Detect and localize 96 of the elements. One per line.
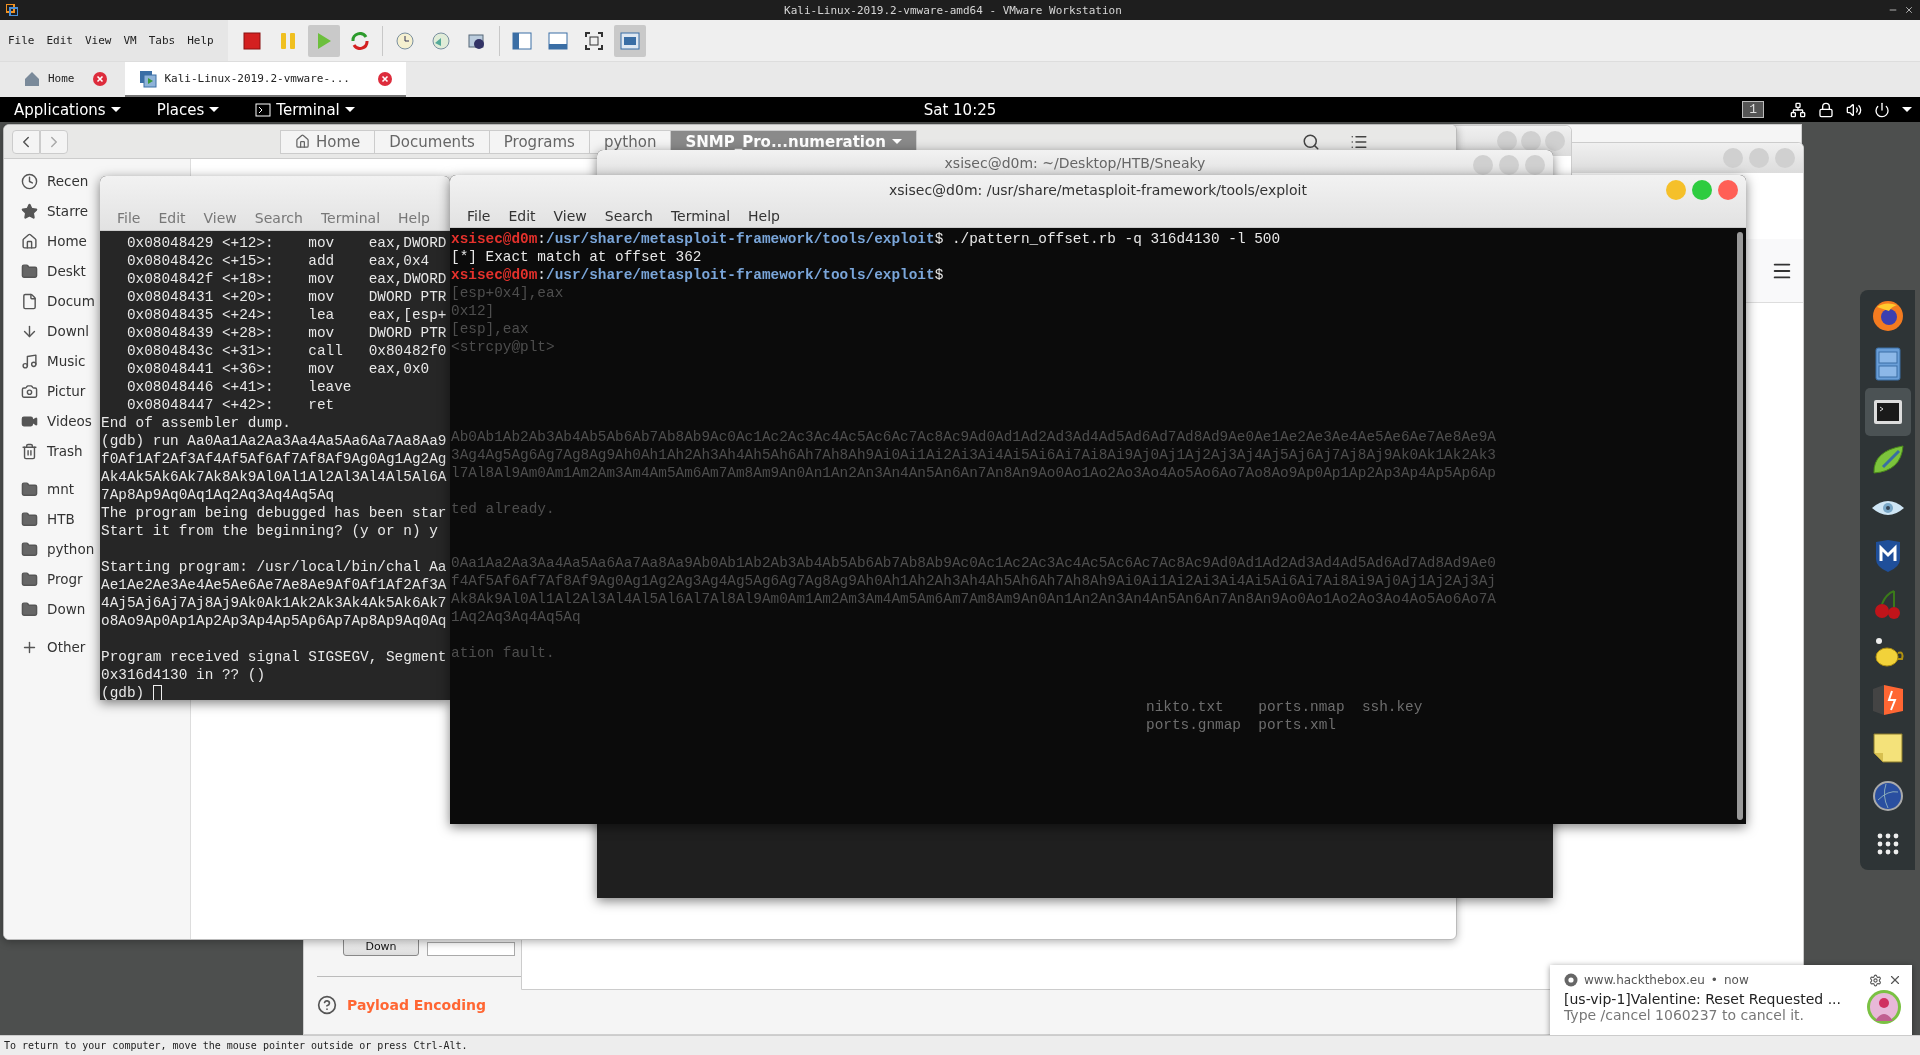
terminal-line: 3Ag4Ag5Ag6Ag7Ag8Ag9Ah0Ah1Ah2Ah3Ah4Ah5Ah6Ah7Ah8Ah9Ai0Ai1Ai2Ai3Ai4Ai5Ai6Ai7Ai8Ai9Aj0Aj1Aj2Aj3Aj4Aj5Aj6Aj7Aj8Aj9Ak0Ak1Ak2Ak3 — [451, 447, 1496, 463]
menu-item[interactable]: File — [458, 207, 500, 224]
sidebar-item[interactable]: Other — [4, 632, 86, 662]
menu-item[interactable]: Terminal — [661, 207, 740, 224]
tab[interactable]: Home — [10, 62, 121, 97]
terminal-line: 4Aj5Aj6Aj7Aj8Aj9Ak0Ak1Ak2Ak3Ak4Ak5Ak6Ak7 — [101, 595, 447, 611]
terminal-line: 0x08048429 <+12>: mov eax,DWORD — [125, 235, 447, 251]
sidebar-item[interactable]: Deskt — [4, 256, 86, 286]
terminal-prompt-line: xsisec@d0m:/usr/share/metasploit-framework/tools/exploit$ — [451, 267, 944, 283]
menu-item[interactable]: Edit — [40, 34, 79, 47]
terminal-line: [*] Exact match at offset 362 — [451, 249, 702, 265]
terminal-line: Start it from the beginning? (y or n) y — [101, 523, 438, 539]
status-bar-text: To return to your computer, move the mouse pointer outside or press Ctrl-Alt. — [0, 1035, 1920, 1055]
menu-item[interactable]: View — [194, 210, 246, 226]
menu-item[interactable]: View — [79, 34, 118, 47]
terminal-line: 0x08048435 <+24>: lea eax,[esp+ — [125, 307, 447, 323]
sidebar-item[interactable]: mnt — [4, 474, 74, 504]
terminal-line: 0x08048431 <+20>: mov DWORD PTR — [125, 289, 447, 305]
terminal-line: 0x0804843c <+31>: call 0x80482f0 — [125, 343, 447, 359]
section-title: Payload Encoding — [347, 997, 487, 1013]
terminal-line: 0x0804842c <+15>: add eax,0x4 — [125, 253, 430, 269]
terminal-line: ted already. — [451, 501, 555, 517]
terminal-line: Program received signal SIGSEGV, Segment — [101, 649, 447, 665]
sidebar-item[interactable]: Docum — [4, 286, 95, 316]
terminal-line: 0x08048446 <+41>: leave — [125, 379, 352, 395]
terminal-line: [esp],eax — [451, 321, 529, 337]
terminal-line: 0Aa1Aa2Aa3Aa4Aa5Aa6Aa7Aa8Aa9Ab0Ab1Ab2Ab3Ab4Ab5Ab6Ab7Ab8Ab9Ac0Ac1Ac2Ac3Ac4Ac5Ac6Ac7Ac8Ac9Ad0Ad1Ad2Ad3Ad4Ad5Ad6Ad7Ad8Ad9Ae0 — [451, 555, 1496, 571]
terminal-line: 0x08048439 <+28>: mov DWORD PTR — [125, 325, 447, 341]
terminal-line: ation fault. — [451, 645, 555, 661]
terminal-line: 0x316d4130 in ?? () — [101, 667, 266, 683]
window-title: xsisec@d0m: ~/Desktop/HTB/Sneaky — [944, 155, 1206, 171]
terminal-line: f4Af5Af6Af7Af8Af9Ag0Ag1Ag2Ag3Ag4Ag5Ag6Ag7Ag8Ag9Ah0Ah1Ah2Ah3Ah4Ah5Ah6Ah7Ah8Ah9Ai0Ai1Ai2Ai3Ai4Ai5Ai6Ai7Ai8Ai9Aj0Aj1Aj2Aj3Aj — [451, 573, 1496, 589]
clock[interactable]: Sat 10:25 — [923, 101, 997, 119]
terminal-line: (gdb) — [101, 685, 145, 700]
menu-item[interactable]: View — [544, 207, 596, 224]
sidebar-item[interactable]: Down — [4, 594, 86, 624]
terminal-line: ports.gnmap ports.xml — [1146, 717, 1336, 733]
sidebar-item[interactable]: Home — [4, 226, 87, 256]
sidebar-item[interactable]: Music — [4, 346, 86, 376]
terminal-line: o8Ao9Ap0Ap1Ap2Ap3Ap4Ap5Ap6Ap7Ap8Ap9Aq0Aq — [101, 613, 447, 629]
terminal-line: Starting program: /usr/local/bin/chal Aa — [101, 559, 447, 575]
terminal-line: Ak8Ak9Al0Al1Al2Al3Al4Al5Al6Al7Al8Al9Am0Am1Am2Am3Am4Am5Am6Am7Am8Am9An0An1An2An3An4An5An6An7An8An9Ao0Ao1Ao2Ao3Ao4Ao5Ao6Ao7A — [451, 591, 1496, 607]
separator-dot: • — [1710, 973, 1718, 987]
path-button[interactable]: Documents — [374, 129, 490, 154]
terminal-line: The program being debugged has been star — [101, 505, 447, 521]
top-menu[interactable]: Places — [156, 100, 220, 119]
notification-title: [us-vip-1]Valentine: Reset Requested ... — [1564, 991, 1841, 1007]
menu-item[interactable]: File — [2, 34, 41, 47]
window-title: xsisec@d0m: /usr/share/metasploit-framework/tools/exploit — [889, 181, 1307, 198]
notification-body: Type /cancel 1060237 to cancel it. — [1564, 1007, 1806, 1023]
terminal-line: (gdb) run Aa0Aa1Aa2Aa3Aa4Aa5Aa6Aa7Aa8Aa9 — [101, 433, 447, 449]
terminal-line: End of assembler dump. — [101, 415, 291, 431]
sidebar-item[interactable]: Videos — [4, 406, 92, 436]
terminal-line: Ab0Ab1Ab2Ab3Ab4Ab5Ab6Ab7Ab8Ab9Ac0Ac1Ac2Ac3Ac4Ac5Ac6Ac7Ac8Ac9Ad0Ad1Ad2Ad3Ad4Ad5Ad6Ad7Ad8Ad9Ae0Ae1Ae2Ae3Ae4Ae5Ae6Ae7Ae8Ae9A — [451, 429, 1496, 445]
sidebar-item[interactable]: Downl — [4, 316, 89, 346]
sidebar-item[interactable]: Starre — [4, 196, 88, 226]
terminal-line: [esp+0x4],eax — [451, 285, 564, 301]
menu-item[interactable]: Help — [181, 34, 220, 47]
notification-source: www.hackthebox.eu — [1584, 973, 1705, 987]
tab[interactable]: Kali-Linux-2019.2-vmware-... — [124, 62, 406, 97]
workspace-indicator[interactable]: 1 — [1742, 101, 1764, 118]
sidebar-item[interactable]: Pictur — [4, 376, 86, 406]
top-menu[interactable]: Applications — [14, 100, 121, 119]
menu-item[interactable]: VM — [117, 34, 143, 47]
terminal-line: 1Aq2Aq3Aq4Aq5Aq — [451, 609, 581, 625]
top-menu[interactable]: Terminal — [255, 100, 355, 119]
notification-time: now — [1723, 973, 1749, 987]
terminal-line: 0x08048441 <+36>: mov eax,0x0 — [125, 361, 430, 377]
menu-item[interactable]: Search — [245, 210, 312, 226]
menu-item[interactable]: Search — [595, 207, 662, 224]
menu-item[interactable]: Edit — [499, 207, 545, 224]
terminal-line: Ae1Ae2Ae3Ae4Ae5Ae6Ae7Ae8Ae9Af0Af1Af2Af3A — [101, 577, 447, 593]
sidebar-item[interactable]: Progr — [4, 564, 83, 594]
terminal-prompt-line: xsisec@d0m:/usr/share/metasploit-framework/tools/exploit$ ./pattern_offset.rb -q 316d4130 -l 500 — [451, 231, 1281, 247]
sidebar-item[interactable]: Recen — [4, 166, 89, 196]
terminal-line: l7Al8Al9Am0Am1Am2Am3Am4Am5Am6Am7Am8Am9An0An1An2An3An4An5An6An7An8An9Ao0Ao1Ao2Ao3Ao4Ao5Ao6Ao7Ao8Ao9Ap0Ap1Ap2Ap3Ap4Ap5Ap6Ap — [451, 465, 1496, 481]
menu-item[interactable]: Terminal — [311, 210, 390, 226]
terminal-line: 7Ap8Ap9Aq0Aq1Aq2Aq3Aq4Aq5Aq — [101, 487, 335, 503]
terminal-line: nikto.txt ports.nmap ssh.key — [1146, 699, 1423, 715]
path-button[interactable]: Home — [280, 129, 376, 154]
terminal-line: 0x12] — [451, 303, 495, 319]
sidebar-item[interactable]: python — [4, 534, 95, 564]
menu-item[interactable]: Help — [739, 207, 789, 224]
path-button[interactable]: Programs — [488, 129, 590, 154]
window-title: Kali-Linux-2019.2-vmware-amd64 - VMware Workstation — [783, 3, 1123, 17]
menu-item[interactable]: Edit — [149, 210, 195, 226]
menu-item[interactable]: Help — [389, 210, 439, 226]
sidebar-item[interactable]: Trash — [4, 436, 83, 466]
menu-item[interactable]: File — [108, 210, 150, 226]
sidebar-item[interactable]: HTB — [4, 504, 75, 534]
terminal-line: f0Af1Af2Af3Af4Af5Af6Af7Af8Af9Ag0Ag1Ag2Ag — [101, 451, 447, 467]
terminal-line: 0x08048447 <+42>: ret — [125, 397, 335, 413]
menu-item[interactable]: Tabs — [142, 34, 182, 47]
terminal-line: 0x0804842f <+18>: mov eax,DWORD — [125, 271, 447, 287]
terminal-line: Ak4Ak5Ak6Ak7Ak8Ak9Al0Al1Al2Al3Al4Al5Al6A — [101, 469, 447, 485]
terminal-line: <strcpy@plt> — [451, 339, 555, 355]
